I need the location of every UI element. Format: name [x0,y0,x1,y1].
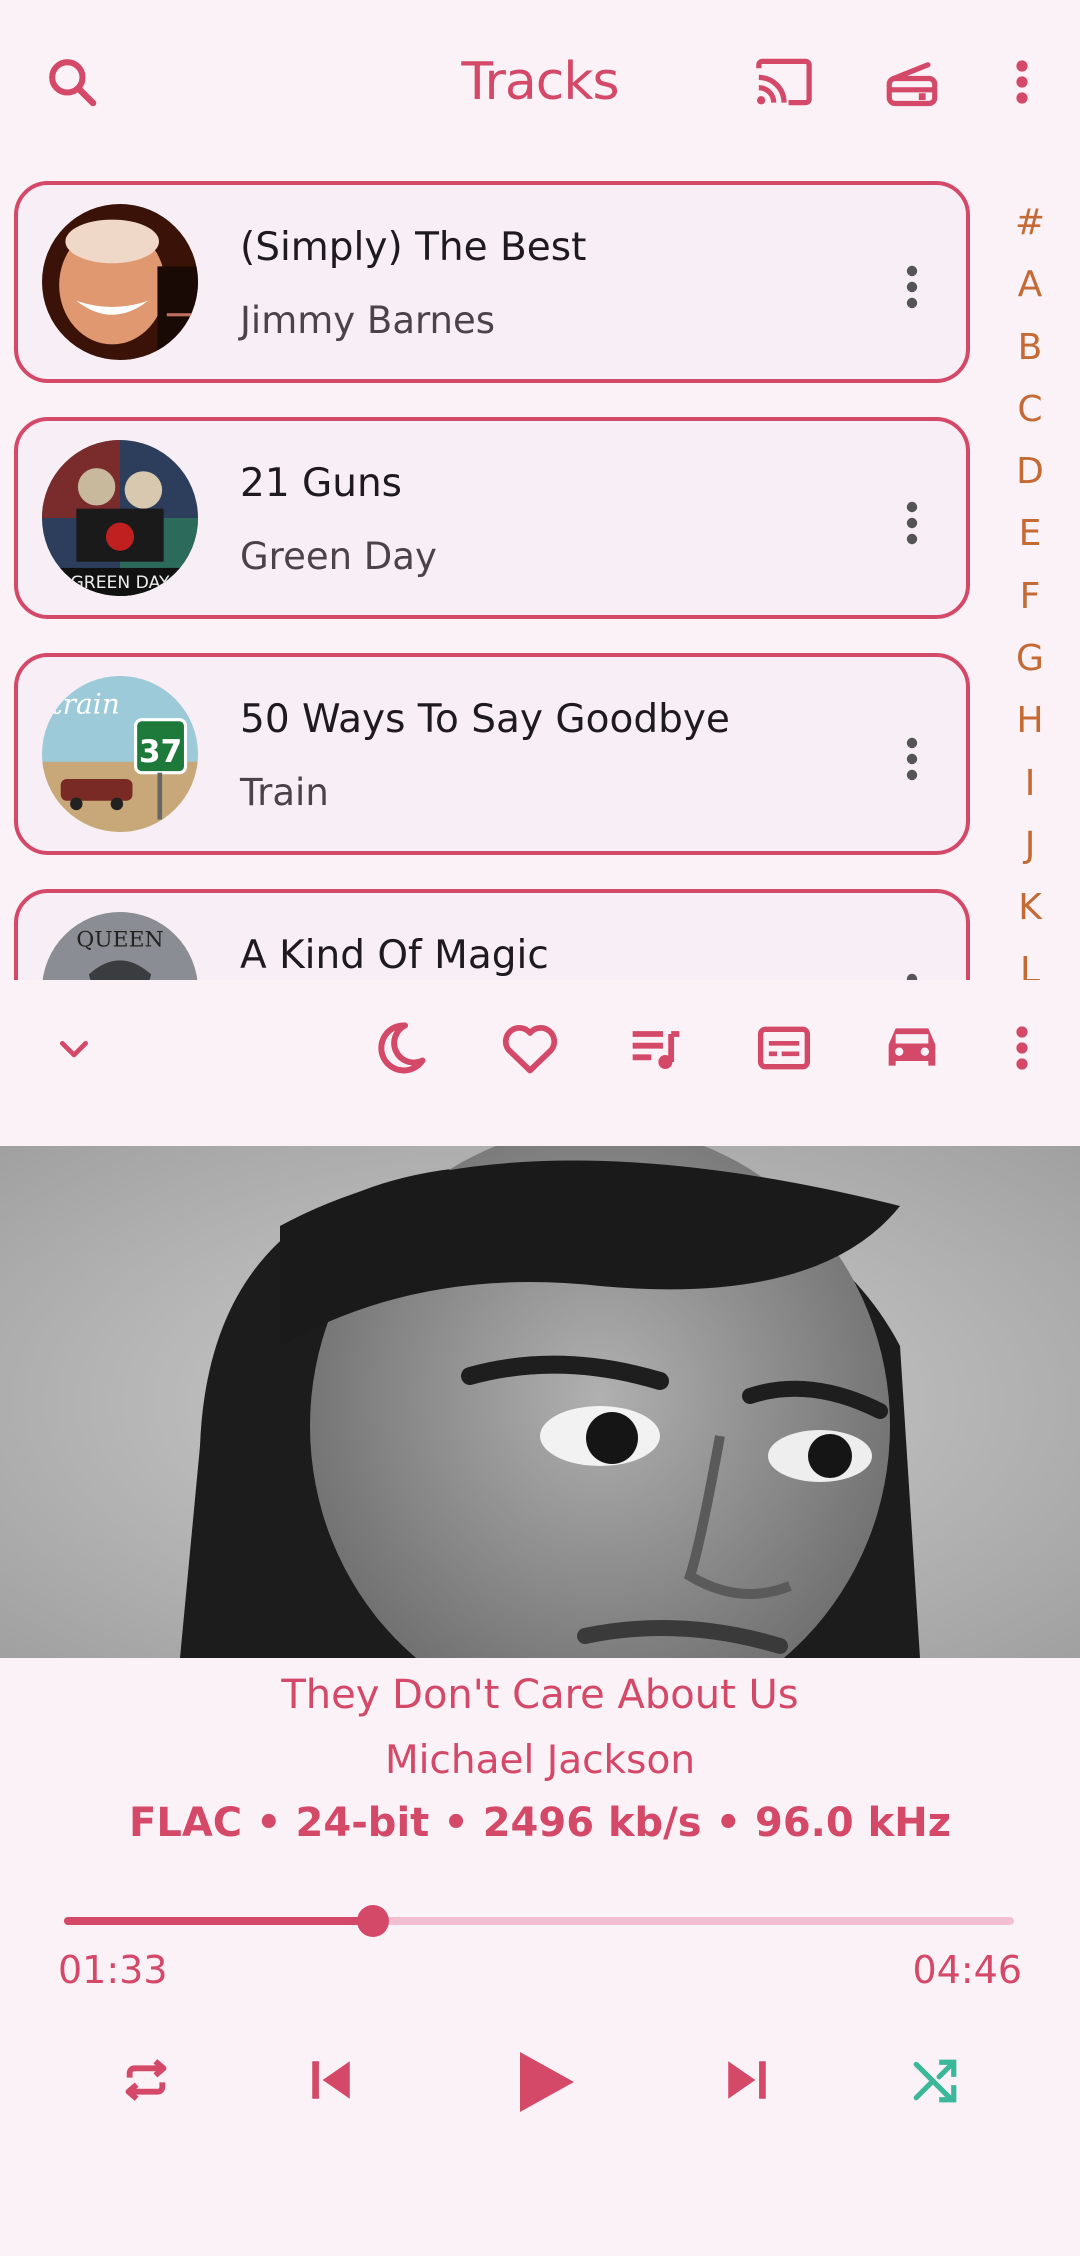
search-icon[interactable] [44,54,100,110]
more-vert-icon[interactable] [1014,58,1030,106]
svg-text:QUEEN: QUEEN [76,927,163,952]
track-title: (Simply) The Best [240,225,587,270]
repeat-icon[interactable] [118,2052,174,2108]
track-list: (Simply) The Best Jimmy Barnes GREEN DAY… [0,170,990,980]
album-art [42,204,198,360]
alphabet-letter[interactable]: K [1018,877,1042,939]
alphabet-letter[interactable]: J [1025,815,1036,877]
now-playing-artist[interactable]: Michael Jackson [0,1738,1080,1783]
skip-next-icon[interactable] [722,2054,772,2106]
alphabet-letter[interactable]: B [1018,317,1043,379]
alphabet-letter[interactable]: F [1020,566,1041,628]
seek-bar[interactable] [64,1905,1014,1937]
chevron-down-icon[interactable] [54,1030,94,1070]
track-title: 50 Ways To Say Goodbye [240,697,730,742]
more-vert-icon[interactable] [1014,1024,1030,1072]
cast-icon[interactable] [752,54,816,110]
seek-bar-thumb[interactable] [356,1905,389,1937]
track-title: 21 Guns [240,461,402,506]
album-art: train 37 [42,676,198,832]
album-cover-photo [0,1146,1080,1658]
more-vert-icon[interactable] [904,735,920,783]
alphabet-letter[interactable]: A [1018,254,1043,316]
alphabet-letter[interactable]: E [1019,503,1042,565]
track-artist: Train [240,771,329,814]
skip-previous-icon[interactable] [306,2054,356,2106]
lyrics-icon[interactable] [756,1022,812,1074]
queue-music-icon[interactable] [628,1020,684,1076]
track-card[interactable]: (Simply) The Best Jimmy Barnes [14,181,970,383]
play-icon[interactable] [508,2044,580,2120]
alphabet-letter[interactable]: I [1025,753,1036,815]
page-title: Tracks [461,52,619,112]
track-artist: Green Day [240,535,437,578]
player-toolbar [0,980,1080,1145]
track-title: A Kind Of Magic [240,933,549,978]
elapsed-time: 01:33 [58,1948,168,1992]
alphabet-letter[interactable]: H [1016,690,1043,752]
more-vert-icon[interactable] [904,971,920,980]
svg-text:GREEN DAY: GREEN DAY [71,573,170,593]
track-card[interactable]: train 37 50 Ways To Say Goodbye Train [14,653,970,855]
top-app-bar: Tracks [0,0,1080,170]
sleep-timer-moon-icon[interactable] [370,1018,430,1078]
track-card[interactable]: GREEN DAY 21 Guns Green Day [14,417,970,619]
alphabet-letter[interactable]: # [1015,192,1045,254]
seek-bar-progress [64,1917,373,1925]
alphabet-letter[interactable]: C [1017,379,1042,441]
album-art: QUEEN [42,912,198,980]
favorite-heart-icon[interactable] [500,1020,560,1076]
more-vert-icon[interactable] [904,263,920,311]
now-playing-title: They Don't Care About Us [281,1672,799,1718]
alphabet-letter[interactable]: G [1016,628,1044,690]
car-mode-icon[interactable] [884,1020,940,1074]
radio-icon[interactable] [884,58,940,108]
album-art: GREEN DAY [42,440,198,596]
track-card[interactable]: QUEEN A Kind Of Magic [14,889,970,980]
more-vert-icon[interactable] [904,499,920,547]
total-duration: 04:46 [912,1948,1022,1992]
alphabet-fast-scroller[interactable]: # A B C D E F G H I J K L [1000,192,1060,1002]
track-artist: Jimmy Barnes [240,299,496,342]
audio-format-info: FLAC • 24-bit • 2496 kb/s • 96.0 kHz [129,1800,951,1846]
svg-text:37: 37 [139,734,182,770]
alphabet-letter[interactable]: D [1016,441,1044,503]
shuffle-icon[interactable] [910,2056,960,2106]
svg-text:train: train [51,687,119,720]
